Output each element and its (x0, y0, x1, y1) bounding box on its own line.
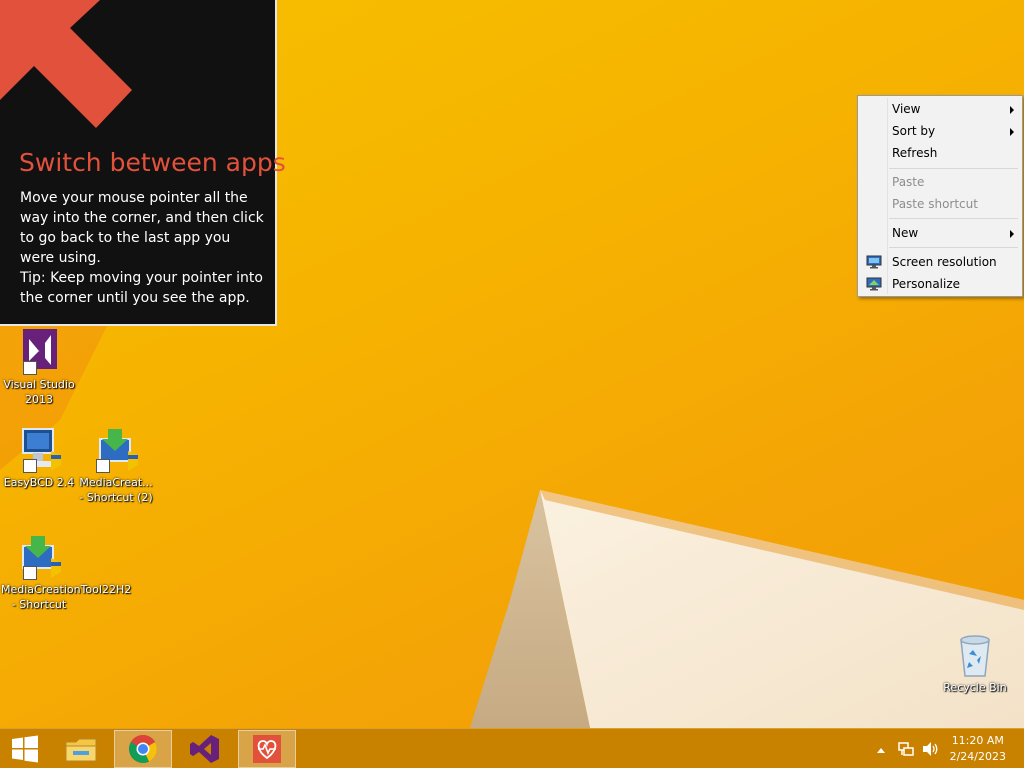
media-creation-tool-icon (92, 425, 140, 473)
submenu-arrow-icon (1010, 106, 1014, 114)
menu-item-refresh[interactable]: Refresh (860, 142, 1020, 164)
menu-item-label: Personalize (892, 277, 961, 291)
menu-item-label: Paste shortcut (892, 197, 978, 211)
menu-item-label: Refresh (892, 146, 938, 160)
menu-item-view[interactable]: View (860, 98, 1020, 120)
menu-separator (889, 247, 1018, 248)
visual-studio-icon (190, 735, 219, 763)
desktop-icon-label: Recycle Bin (943, 681, 1007, 694)
shortcut-arrow-icon (23, 361, 37, 375)
desktop-icon-media-creation-tool-2[interactable]: MediaCreat... - Shortcut (2) (78, 425, 154, 505)
menu-separator (889, 218, 1018, 219)
desktop-icon-media-creation-tool[interactable]: MediaCreationTool22H2 - Shortcut (1, 532, 132, 612)
menu-item-label: Screen resolution (892, 255, 997, 269)
desktop-context-menu: View Sort by Refresh Paste Paste shortcu… (857, 95, 1023, 297)
show-hidden-icons-arrow[interactable] (876, 746, 886, 754)
taskbar-chrome[interactable] (114, 730, 172, 768)
hint-title: Switch between apps (19, 148, 286, 177)
system-clock[interactable]: 11:20 AM 2/24/2023 (950, 733, 1006, 765)
menu-item-label: View (892, 102, 921, 116)
switch-apps-hint-panel: Switch between apps Move your mouse poin… (0, 0, 286, 326)
menu-item-label: Paste (892, 175, 925, 189)
windows-logo-icon (12, 735, 38, 763)
hint-body: Move your mouse pointer all the way into… (20, 188, 268, 308)
hint-text: Move your mouse pointer all the way into… (20, 190, 264, 266)
desktop-icon-label: EasyBCD 2.4 (3, 476, 75, 489)
chrome-icon (129, 735, 157, 763)
shortcut-arrow-icon (96, 459, 110, 473)
health-app-icon (253, 735, 281, 763)
desktop-icon-visual-studio[interactable]: Visual Studio 2013 (1, 327, 77, 407)
taskbar-file-explorer[interactable] (52, 730, 110, 768)
hint-tip: Tip: Keep moving your pointer into the c… (20, 270, 263, 306)
menu-item-new[interactable]: New (860, 222, 1020, 244)
screen-resolution-icon (866, 255, 882, 269)
menu-item-paste[interactable]: Paste (860, 171, 1020, 193)
menu-item-screen-resolution[interactable]: Screen resolution (860, 251, 1020, 273)
taskbar-visual-studio[interactable] (176, 730, 234, 768)
menu-item-personalize[interactable]: Personalize (860, 273, 1020, 295)
shortcut-arrow-icon (23, 459, 37, 473)
submenu-arrow-icon (1010, 230, 1014, 238)
corner-arrow-icon (0, 0, 132, 128)
desktop-icon-easybcd[interactable]: EasyBCD 2.4 (1, 425, 77, 490)
file-explorer-icon (65, 738, 97, 762)
submenu-arrow-icon (1010, 128, 1014, 136)
easybcd-icon (15, 425, 63, 473)
desktop-icon-label: Visual Studio 2013 (3, 378, 75, 406)
menu-item-label: Sort by (892, 124, 936, 138)
recycle-bin-icon (951, 630, 999, 678)
personalize-icon (866, 277, 882, 291)
taskbar-health-app[interactable] (238, 730, 296, 768)
media-creation-tool-icon (15, 532, 63, 580)
network-icon[interactable] (897, 741, 915, 757)
clock-date: 2/24/2023 (949, 750, 1006, 763)
clock-time: 11:20 AM (951, 734, 1004, 747)
desktop-icon-recycle-bin[interactable]: Recycle Bin (937, 630, 1013, 695)
menu-item-label: New (892, 226, 919, 240)
desktop-icon-label: MediaCreationTool22H2 - Shortcut (1, 583, 132, 611)
start-button[interactable] (0, 730, 50, 768)
shortcut-arrow-icon (23, 566, 37, 580)
menu-separator (889, 168, 1018, 169)
taskbar: 11:20 AM 2/24/2023 (0, 728, 1024, 768)
volume-icon[interactable] (921, 741, 939, 757)
desktop-icon-label: MediaCreat... - Shortcut (2) (79, 476, 153, 504)
menu-item-sort-by[interactable]: Sort by (860, 120, 1020, 142)
menu-item-paste-shortcut[interactable]: Paste shortcut (860, 193, 1020, 215)
visual-studio-icon (15, 327, 63, 375)
